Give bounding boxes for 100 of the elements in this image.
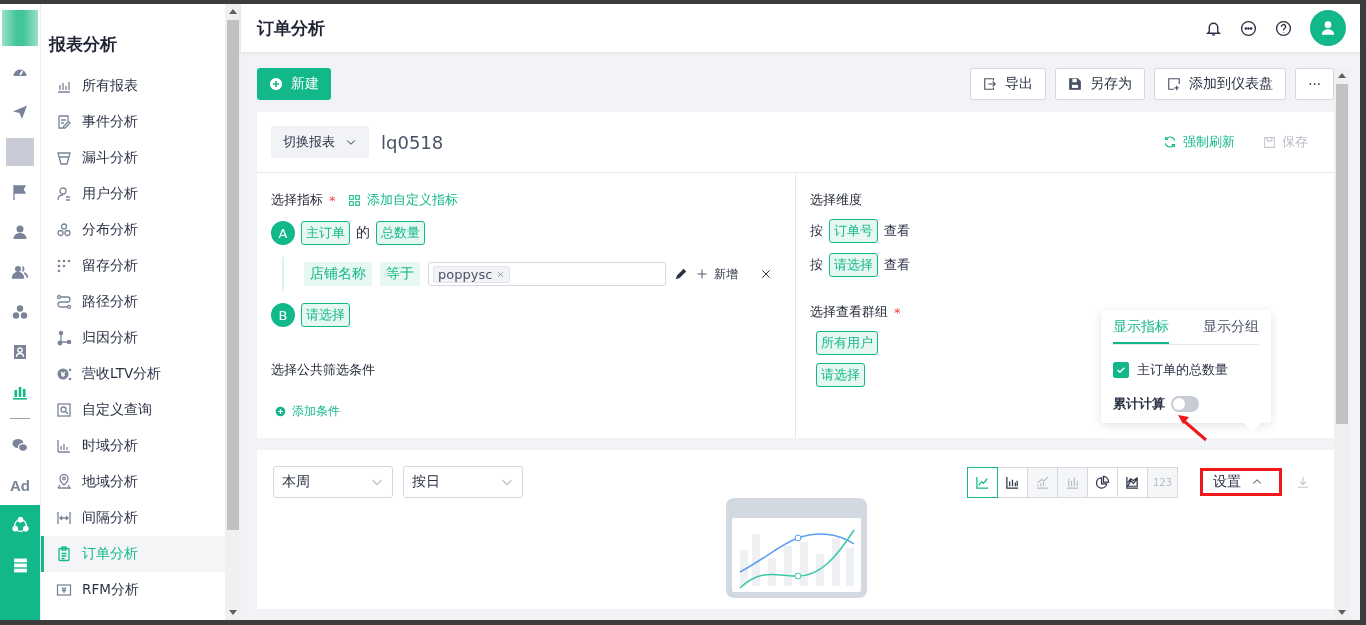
clipboard-icon: [56, 546, 72, 562]
illustration-bar: [800, 542, 808, 586]
path-icon: [56, 294, 72, 310]
flag-icon: [12, 184, 28, 200]
plus-circle-icon: [269, 77, 283, 91]
illustration-bar: [752, 534, 760, 586]
nav-item[interactable]: 间隔分析: [41, 500, 225, 536]
chart-type-button[interactable]: [1087, 466, 1118, 498]
edit-note-icon: [56, 114, 72, 130]
message-icon: [1240, 19, 1257, 37]
scroll-down-arrow-icon[interactable]: [1338, 610, 1346, 615]
nav-item[interactable]: 路径分析: [41, 284, 225, 320]
nav-item[interactable]: 时域分析: [41, 428, 225, 464]
section-title: 选择公共筛选条件: [271, 361, 375, 379]
scroll-down-arrow-icon[interactable]: [229, 610, 237, 615]
user-silhouette-icon: [1319, 19, 1337, 37]
add-filter-button[interactable]: 新增: [696, 265, 738, 283]
add-dashboard-icon: [1167, 77, 1182, 91]
app-title: 报表分析: [47, 32, 118, 56]
toggle-switch[interactable]: [1171, 396, 1199, 412]
search-document-icon: [56, 402, 72, 418]
switch-report-dropdown[interactable]: 切换报表: [271, 126, 369, 158]
x-icon: [760, 268, 772, 280]
settings-button[interactable]: 设置: [1200, 468, 1282, 496]
bar-chart-icon: [12, 384, 28, 400]
blurred-icon: [6, 138, 34, 166]
nav-item[interactable]: 自定义查询: [41, 392, 225, 428]
nav-item[interactable]: 营收LTV分析: [41, 356, 225, 392]
yen-card-icon: [56, 582, 72, 598]
illustration-bar: [768, 558, 776, 586]
bar-chart-icon: [56, 438, 72, 454]
value-chip: poppysc: [433, 265, 511, 283]
rail-item[interactable]: [0, 505, 40, 545]
nav-item[interactable]: 所有报表: [41, 68, 225, 104]
network-icon: [11, 516, 29, 534]
nav-item[interactable]: 留存分析: [41, 248, 225, 284]
illustration-bar: [832, 538, 840, 586]
save-icon: [1068, 77, 1083, 91]
scroll-up-arrow-icon[interactable]: [1338, 73, 1346, 78]
user-icon: [12, 224, 28, 240]
save-icon: [1263, 135, 1276, 149]
dimension-prefix: 按: [810, 256, 823, 274]
export-icon: [983, 77, 998, 91]
dropdown[interactable]: 本周: [273, 466, 393, 498]
scroll-up-arrow-icon[interactable]: [229, 9, 237, 14]
pie-chart-icon: [1095, 474, 1110, 490]
nav-item[interactable]: 漏斗分析: [41, 140, 225, 176]
popover-tab[interactable]: 显示分组: [1203, 310, 1259, 344]
remove-x-icon: [496, 269, 506, 279]
logo-placeholder: [2, 10, 38, 46]
trend-chart-icon: [1035, 474, 1050, 490]
section-title: 选择查看群组: [810, 303, 888, 321]
illustration-bar: [784, 546, 792, 586]
toolbar-button[interactable]: 另存为: [1055, 68, 1146, 100]
user-list-icon: [56, 186, 72, 202]
checkbox[interactable]: [1113, 362, 1129, 378]
nodes-icon: [56, 330, 72, 346]
nav-item[interactable]: 用户分析: [41, 176, 225, 212]
server-icon: [11, 556, 29, 574]
scrollbar[interactable]: [1334, 68, 1350, 620]
nav-item[interactable]: RFM分析: [41, 572, 225, 608]
grid-icon: [347, 193, 361, 207]
users-icon: [12, 264, 28, 280]
funnel-icon: [56, 150, 72, 166]
notification-bell-icon[interactable]: [1205, 19, 1222, 37]
filter-value-field[interactable]: poppysc: [428, 262, 666, 286]
location-pin-icon: [56, 474, 72, 490]
metric-letter: B: [271, 303, 295, 327]
rail-item[interactable]: Ad: [10, 476, 30, 494]
scrollbar[interactable]: [225, 4, 241, 620]
sidebar-accent-panel: [0, 585, 40, 620]
toolbar-button[interactable]: 添加到仪表盘: [1154, 68, 1287, 100]
nav-item[interactable]: 归因分析: [41, 320, 225, 356]
bar-chart-icon: [1005, 474, 1020, 490]
edit-icon[interactable]: [674, 267, 688, 281]
dropdown[interactable]: 按日: [403, 466, 523, 498]
required-mark: *: [894, 304, 901, 320]
interval-icon: [56, 510, 72, 526]
illustration-bar: [816, 554, 824, 586]
dimension-suffix: 查看: [884, 256, 910, 274]
nav-item[interactable]: 事件分析: [41, 104, 225, 140]
circles-icon: [56, 222, 72, 238]
chat-bubbles-icon: [12, 437, 28, 453]
portrait-icon: [12, 344, 28, 360]
send-icon: [12, 104, 28, 120]
toolbar-button[interactable]: 导出: [970, 68, 1047, 100]
section-title: 选择维度: [810, 191, 862, 209]
nav-item[interactable]: 分布分析: [41, 212, 225, 248]
avatar[interactable]: [1310, 10, 1346, 46]
nav-item[interactable]: 地域分析: [41, 464, 225, 500]
annotation-arrow: [1175, 412, 1209, 442]
illustration-bar: [740, 550, 748, 586]
close-icon[interactable]: [760, 268, 772, 280]
refresh-icon: [1163, 135, 1177, 149]
pencil-icon: [674, 267, 688, 281]
more-button[interactable]: ···: [1295, 68, 1334, 100]
plus-icon: [696, 268, 708, 280]
dimension-prefix: 按: [810, 222, 823, 240]
chart-type-button[interactable]: [1117, 466, 1148, 498]
line-chart-icon: [975, 474, 990, 490]
